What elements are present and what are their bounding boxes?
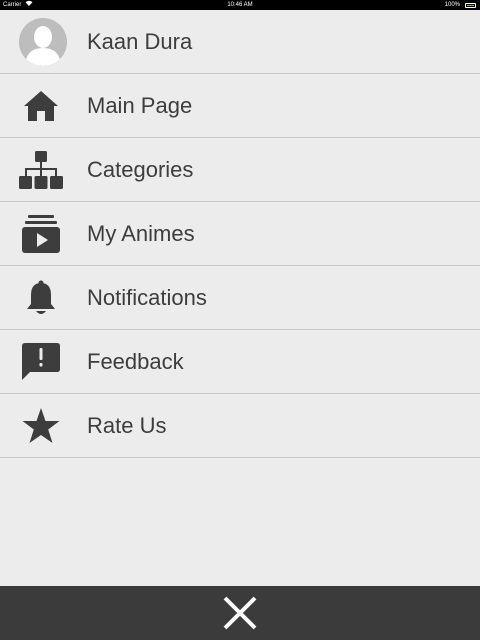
menu-item-profile[interactable]: Kaan Dura (0, 10, 480, 74)
menu-item-label: Feedback (87, 348, 184, 374)
menu-item-label: Main Page (87, 92, 193, 118)
menu-item-label: My Animes (87, 220, 195, 246)
video-library-icon (19, 212, 63, 256)
menu-item-main-page[interactable]: Main Page (0, 74, 480, 138)
bell-icon (19, 276, 63, 320)
menu-item-feedback[interactable]: Feedback (0, 330, 480, 394)
close-icon (223, 596, 257, 630)
close-button[interactable] (220, 593, 260, 633)
side-menu: Kaan Dura Main Page Categories My Animes… (0, 10, 480, 458)
feedback-icon (19, 340, 63, 384)
star-icon (19, 404, 63, 448)
battery-icon (465, 3, 476, 8)
sitemap-icon (19, 148, 63, 192)
menu-item-notifications[interactable]: Notifications (0, 266, 480, 330)
menu-item-label: Notifications (87, 284, 207, 310)
status-time: 10:46 AM (227, 2, 253, 8)
battery-percent: 100% (444, 2, 460, 8)
bottom-bar (0, 586, 480, 640)
menu-item-label: Categories (87, 156, 194, 182)
profile-name: Kaan Dura (87, 28, 193, 54)
menu-item-label: Rate Us (87, 412, 167, 438)
menu-item-categories[interactable]: Categories (0, 138, 480, 202)
status-bar: Carrier 10:46 AM 100% (0, 0, 480, 10)
menu-item-my-animes[interactable]: My Animes (0, 202, 480, 266)
avatar (19, 17, 67, 66)
home-icon (19, 84, 63, 128)
menu-item-rate-us[interactable]: Rate Us (0, 394, 480, 458)
